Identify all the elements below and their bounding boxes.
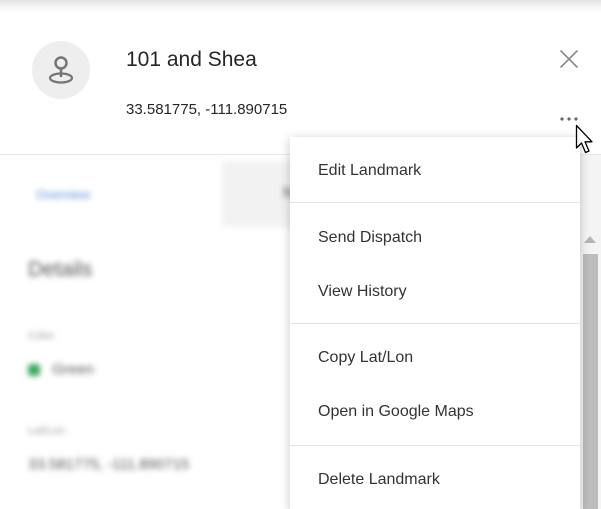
landmark-header: 101 and Shea 33.581775, -111.890715: [0, 12, 601, 154]
menu-item-edit-landmark[interactable]: Edit Landmark: [290, 152, 580, 190]
menu-item-delete-landmark[interactable]: Delete Landmark: [290, 461, 580, 499]
scrollbar-thumb[interactable]: [583, 254, 598, 509]
top-shadow: [0, 0, 601, 12]
landmark-title: 101 and Shea: [126, 48, 257, 71]
scroll-up-arrow-icon[interactable]: [584, 236, 596, 243]
color-swatch: [28, 364, 40, 376]
color-value: Green: [52, 361, 94, 378]
menu-item-view-history[interactable]: View History: [290, 273, 580, 311]
landmark-pin-icon: [48, 56, 74, 84]
landmark-coordinates: 33.581775, -111.890715: [126, 101, 288, 118]
latlon-label: Lat/Lon: [28, 425, 65, 437]
tab-overview[interactable]: Overview: [36, 187, 90, 202]
menu-item-send-dispatch[interactable]: Send Dispatch: [290, 219, 580, 257]
details-heading: Details: [28, 258, 93, 281]
close-button[interactable]: [556, 46, 582, 72]
menu-separator: [290, 445, 580, 446]
menu-separator: [290, 323, 580, 324]
menu-item-copy-lat-lon[interactable]: Copy Lat/Lon: [290, 339, 580, 377]
landmark-details-page: 101 and Shea 33.581775, -111.890715 Over…: [0, 0, 601, 509]
menu-separator: [290, 202, 580, 203]
color-label: Color: [28, 330, 55, 342]
landmark-avatar: [32, 41, 90, 99]
menu-item-open-google-maps[interactable]: Open in Google Maps: [290, 393, 580, 431]
context-menu: Edit Landmark Send Dispatch View History…: [290, 137, 580, 509]
close-icon: [560, 50, 578, 68]
mouse-cursor-icon: [575, 124, 593, 154]
latlon-value: 33.581775, -111.890715: [28, 456, 190, 473]
